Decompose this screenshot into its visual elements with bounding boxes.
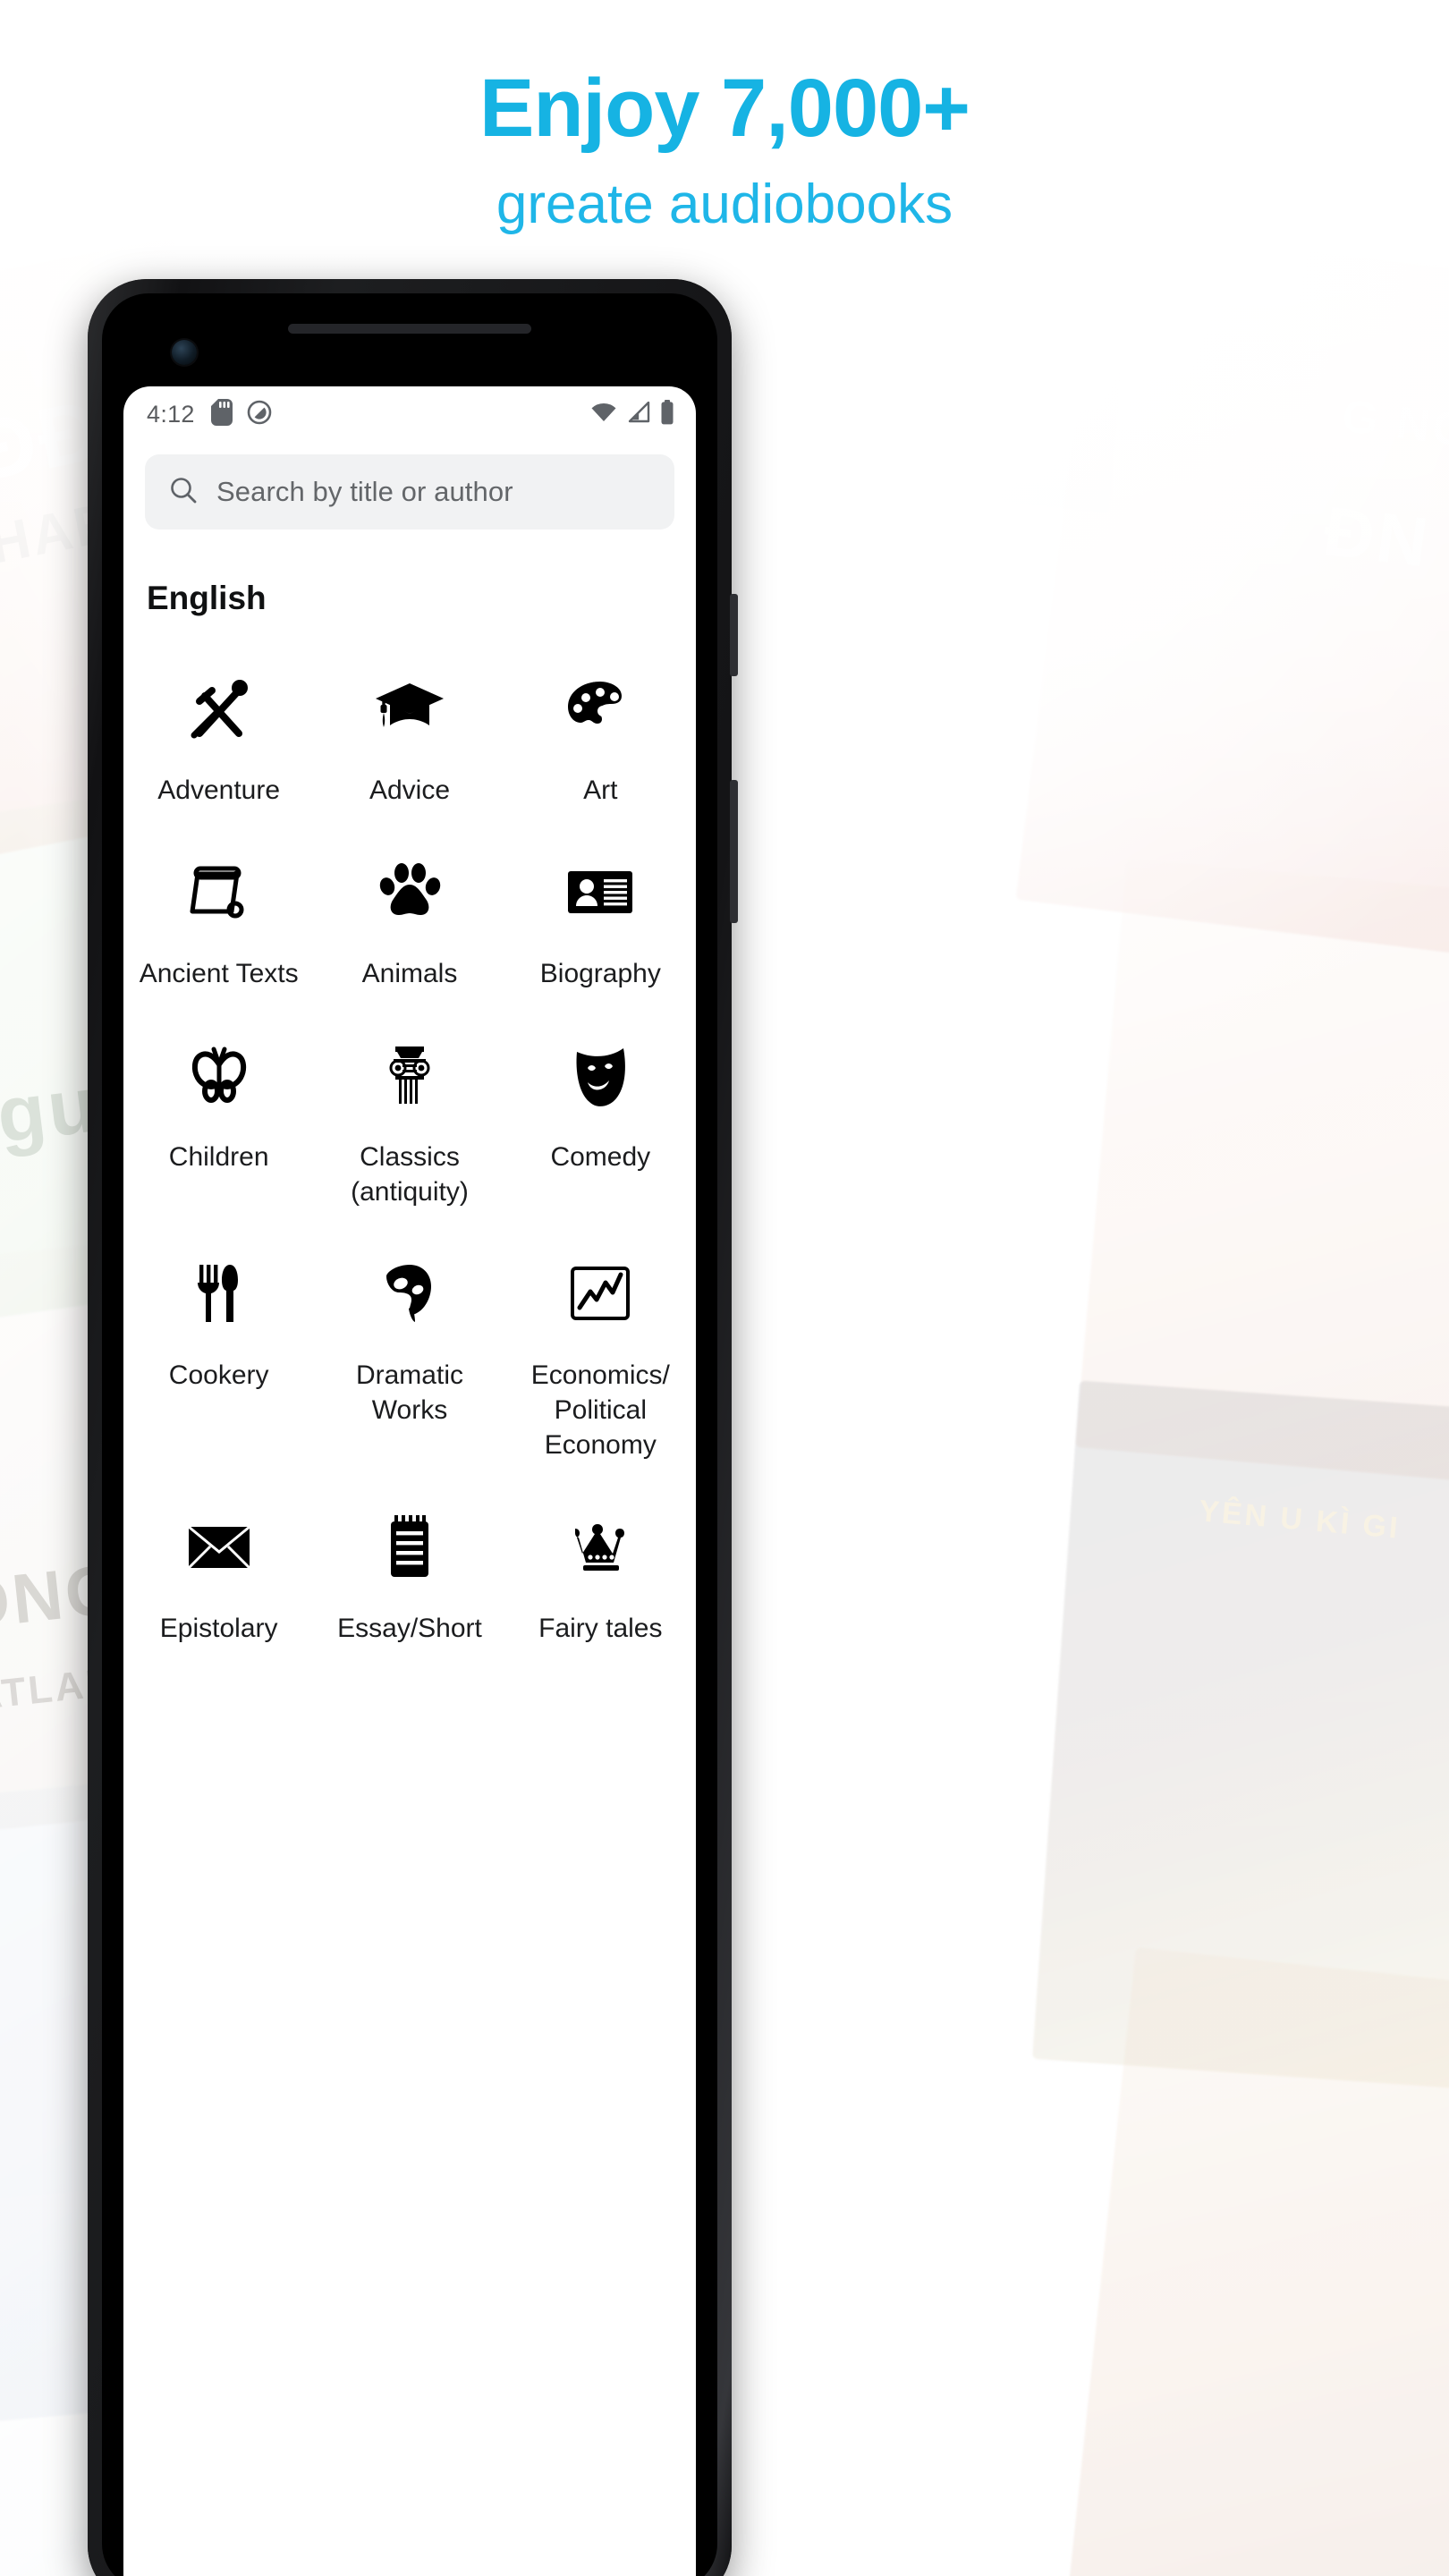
category-label: Cookery (168, 1360, 269, 1390)
category-label: Advice (369, 775, 451, 805)
phone-bezel: 4:12 Search by title or author English A… (102, 293, 717, 2576)
paint-palette-icon (559, 667, 641, 750)
envelope-icon (178, 1505, 260, 1588)
category-item-fairy-tales[interactable]: Fairy tales (505, 1486, 696, 1655)
category-item-art[interactable]: Art (505, 648, 696, 817)
promo-text-block: Enjoy 7,000+ greate audiobooks (0, 64, 1449, 236)
category-label: Classics (antiquity) (351, 1142, 469, 1207)
search-input[interactable]: Search by title or author (145, 454, 674, 530)
category-item-biography[interactable]: Biography (505, 831, 696, 1000)
graduation-cap-icon (369, 667, 451, 750)
earpiece-speaker (288, 324, 531, 334)
promo-subheadline: greate audiobooks (496, 174, 953, 236)
sd-card-icon (210, 398, 233, 430)
category-label: Animals (361, 959, 458, 988)
category-item-essay-short[interactable]: Essay/Short (314, 1486, 504, 1655)
phantom-mask-icon (369, 1252, 451, 1335)
promo-headline: Enjoy 7,000+ (479, 63, 970, 154)
category-label: Ancient Texts (139, 959, 299, 988)
search-placeholder: Search by title or author (216, 476, 513, 507)
line-chart-frame-icon (559, 1252, 641, 1335)
category-item-epistolary[interactable]: Epistolary (123, 1486, 314, 1655)
category-item-classics[interactable]: Classics (antiquity) (314, 1014, 504, 1218)
comedy-mask-icon (559, 1034, 641, 1116)
category-label: Comedy (550, 1142, 651, 1172)
battery-icon (660, 399, 674, 429)
wifi-icon (590, 402, 617, 428)
category-label: Dramatic Works (355, 1360, 463, 1425)
category-label: Art (583, 775, 618, 805)
front-camera (172, 340, 197, 365)
status-right-icons (590, 399, 674, 429)
phone-screen: 4:12 Search by title or author English A… (123, 386, 696, 2576)
status-left-icons (210, 398, 272, 430)
section-title-english: English (147, 580, 267, 616)
category-item-dramatic-works[interactable]: Dramatic Works (314, 1233, 504, 1471)
category-label: Children (168, 1142, 269, 1172)
category-label: Epistolary (159, 1614, 278, 1643)
category-label: Biography (539, 959, 661, 988)
fork-knife-icon (178, 1252, 260, 1335)
phone-volume-button[interactable] (730, 780, 738, 923)
phone-mockup: 4:12 Search by title or author English A… (88, 279, 738, 2576)
do-not-disturb-icon (247, 400, 272, 429)
status-bar: 4:12 (123, 386, 696, 442)
promo-screenshot: ÐÐ¯i CHARM G NGUOI ÐN K VI EM nguv ÔNG A… (0, 0, 1449, 2576)
category-item-children[interactable]: Children (123, 1014, 314, 1218)
category-item-ancient-texts[interactable]: Ancient Texts (123, 831, 314, 1000)
category-label: Adventure (157, 775, 281, 805)
cellular-signal-icon (627, 401, 650, 428)
crown-icon (559, 1505, 641, 1588)
status-time: 4:12 (147, 400, 195, 428)
category-grid: Adventure Advice Art Ancient Texts Anima… (123, 648, 696, 1655)
category-item-advice[interactable]: Advice (314, 648, 504, 817)
category-label: Fairy tales (538, 1614, 663, 1643)
notepad-icon (369, 1505, 451, 1588)
paw-print-icon (369, 851, 451, 933)
scroll-icon (178, 851, 260, 933)
category-label: Economics/ Political Economy (530, 1360, 670, 1460)
butterfly-icon (178, 1034, 260, 1116)
ionic-column-icon (369, 1034, 451, 1116)
id-card-icon (559, 851, 641, 933)
category-item-comedy[interactable]: Comedy (505, 1014, 696, 1218)
category-label: Essay/Short (337, 1614, 482, 1643)
category-item-animals[interactable]: Animals (314, 831, 504, 1000)
category-item-adventure[interactable]: Adventure (123, 648, 314, 817)
search-icon (168, 475, 199, 510)
category-item-cookery[interactable]: Cookery (123, 1233, 314, 1471)
crossed-swords-icon (178, 667, 260, 750)
category-item-economics[interactable]: Economics/ Political Economy (505, 1233, 696, 1471)
phone-power-button[interactable] (730, 594, 738, 676)
